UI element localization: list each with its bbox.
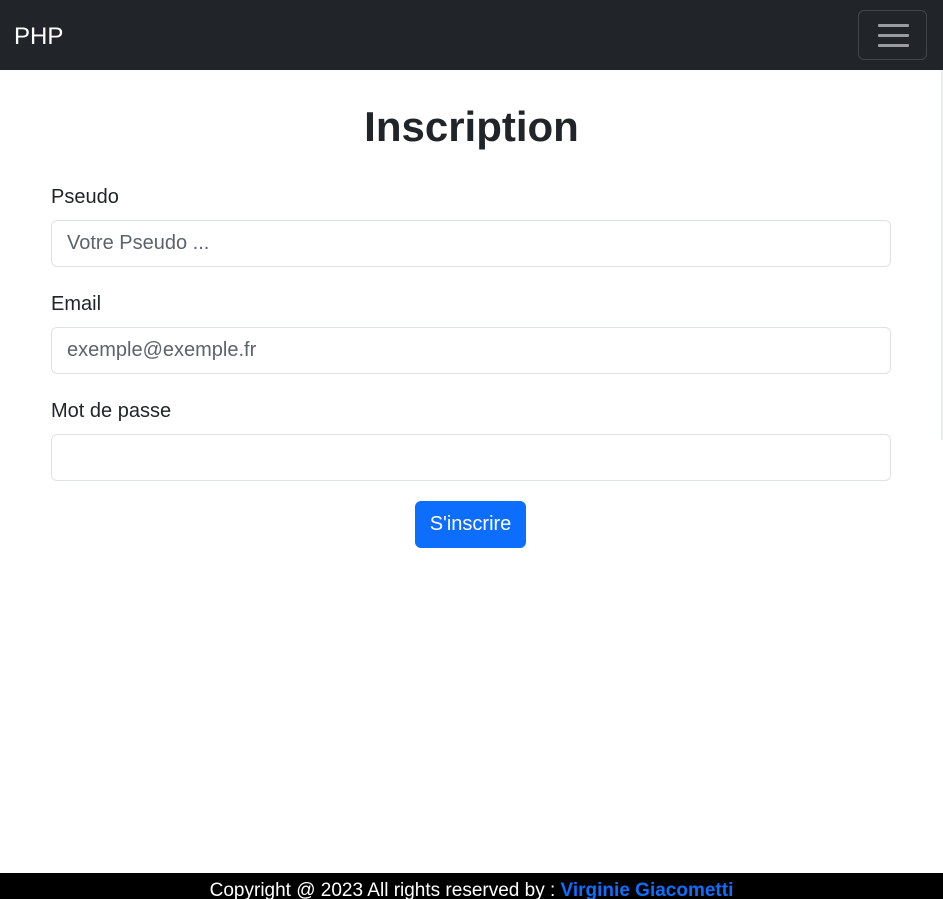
email-label: Email xyxy=(51,293,102,315)
navbar: PHP xyxy=(0,0,943,70)
pseudo-input[interactable] xyxy=(51,220,891,267)
page-title: Inscription xyxy=(364,103,579,150)
password-input[interactable] xyxy=(51,434,891,481)
navbar-brand[interactable]: PHP xyxy=(14,21,63,53)
password-label: Mot de passe xyxy=(51,400,172,422)
navbar-toggler-button[interactable] xyxy=(858,10,927,60)
footer-author-link[interactable]: Virginie Giacometti xyxy=(561,880,734,899)
email-input[interactable] xyxy=(51,327,891,374)
footer: Copyright @ 2023 All rights reserved by … xyxy=(0,873,943,899)
signup-submit-button[interactable]: S'inscrire xyxy=(415,501,526,548)
footer-copyright-text: Copyright @ 2023 All rights reserved by … xyxy=(209,880,561,899)
pseudo-label: Pseudo xyxy=(51,186,119,208)
